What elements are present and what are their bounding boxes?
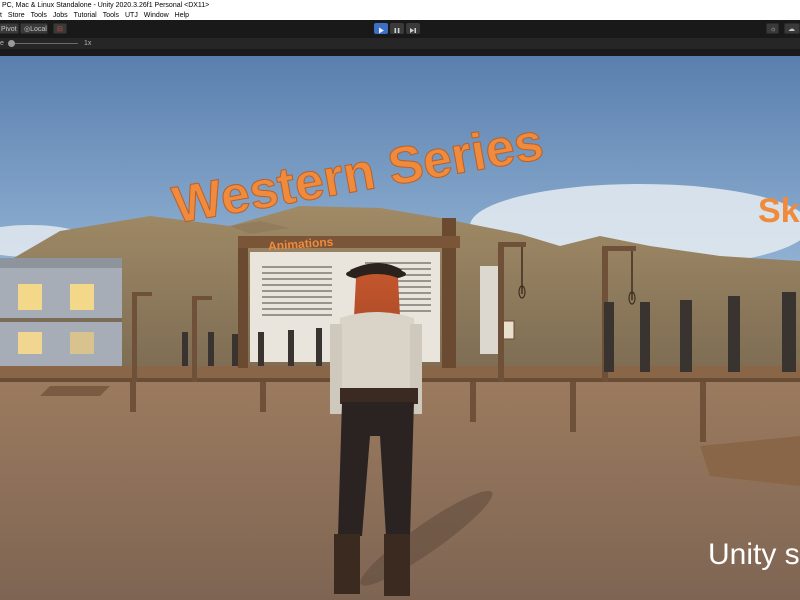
unity-watermark: Unity s <box>708 538 800 571</box>
menu-item-tools[interactable]: Tools <box>31 11 47 20</box>
scale-value: 1x <box>84 40 92 47</box>
collab-icon[interactable]: ☼ <box>766 23 779 34</box>
pause-button[interactable] <box>390 23 404 34</box>
menu-item-utj[interactable]: UTJ <box>125 11 138 20</box>
pivot-label: Pivot <box>1 26 17 33</box>
menu-item-tutorial[interactable]: Tutorial <box>74 11 97 20</box>
snap-icon[interactable]: ⊟ <box>53 23 67 34</box>
main-toolbar: Pivot ◎Local ⊟ ☼ ☁ <box>0 20 800 38</box>
menu-item-jobs[interactable]: Jobs <box>53 11 68 20</box>
window-title: PC, Mac & Linux Standalone - Unity 2020.… <box>2 2 210 9</box>
step-icon <box>410 28 416 33</box>
saloon-building <box>0 258 122 368</box>
local-label: Local <box>30 26 47 33</box>
menu-item-tools-2[interactable]: Tools <box>103 11 119 20</box>
menu-item-window[interactable]: Window <box>144 11 169 20</box>
menu-item-help[interactable]: Help <box>175 11 189 20</box>
scale-slider-handle[interactable] <box>8 40 15 47</box>
play-button[interactable] <box>374 23 388 34</box>
menu-item-store[interactable]: Store <box>8 11 25 20</box>
play-icon <box>379 27 384 34</box>
scale-slider[interactable] <box>8 40 78 47</box>
window-title-bar: PC, Mac & Linux Standalone - Unity 2020.… <box>0 0 800 11</box>
pivot-toggle[interactable]: Pivot <box>0 23 19 34</box>
game-viewport[interactable]: Western Series Ski Animations Unity s <box>0 56 800 600</box>
pause-icon <box>394 28 400 33</box>
step-button[interactable] <box>406 23 420 34</box>
cloud-icon[interactable]: ☁ <box>784 23 800 34</box>
toolbar-divider <box>0 49 800 56</box>
local-toggle[interactable]: ◎Local <box>20 23 48 34</box>
scene-render: Western Series Ski Animations Unity s <box>0 56 800 600</box>
menu-bar: t Store Tools Jobs Tutorial Tools UTJ Wi… <box>0 11 800 20</box>
scene-view-bar: e 1x <box>0 38 800 49</box>
scale-prefix: e <box>0 40 4 47</box>
menu-item-t[interactable]: t <box>0 11 2 20</box>
scene-skin-text: Ski <box>758 192 800 230</box>
